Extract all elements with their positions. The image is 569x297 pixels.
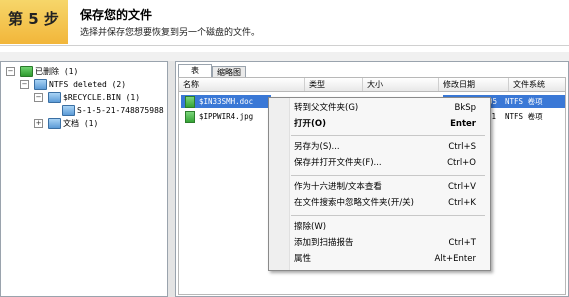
tree-item-recycle-bin[interactable]: − $RECYCLE.BIN (1) (33, 91, 165, 104)
menu-item-label: 添加到扫描报告 (294, 238, 354, 248)
collapse-icon[interactable]: − (34, 93, 43, 102)
menu-separator (291, 175, 485, 176)
menu-item-save-as[interactable]: 另存为(S)... Ctrl+S (269, 140, 490, 154)
collapse-icon[interactable]: − (20, 80, 29, 89)
menu-item-shortcut: Ctrl+O (447, 158, 476, 168)
tree-item-label: 文档 (1) (63, 119, 99, 128)
menu-item-shortcut: Ctrl+K (448, 198, 476, 208)
tree-item-label: $RECYCLE.BIN (1) (63, 93, 141, 102)
folder-icon (20, 66, 33, 77)
menu-separator (291, 215, 485, 216)
expand-icon[interactable]: + (34, 119, 43, 128)
page-title: 保存您的文件 (80, 8, 153, 22)
file-filesystem: NTFS 卷项 (505, 112, 543, 121)
context-menu: 转到父文件夹(G) BkSp 打开(O) Enter 另存为(S)... Ctr… (268, 97, 491, 271)
menu-item-save-open-folder[interactable]: 保存并打开文件夹(F)... Ctrl+O (269, 156, 490, 170)
file-name: $IPPWIR4.jpg (199, 112, 254, 121)
menu-item-shortcut: BkSp (454, 103, 476, 113)
menu-item-shortcut: Alt+Enter (434, 254, 476, 264)
tree-item-documents[interactable]: + 文档 (1) (33, 117, 165, 130)
menu-item-ignore-folder[interactable]: 在文件搜索中忽略文件夹(开/关) Ctrl+K (269, 196, 490, 210)
menu-item-label: 另存为(S)... (294, 142, 340, 152)
pane-splitter[interactable] (168, 61, 175, 297)
menu-item-label: 在文件搜索中忽略文件夹(开/关) (294, 198, 414, 208)
folder-icon (62, 105, 75, 116)
column-name[interactable]: 名称 (179, 78, 305, 91)
folder-icon (34, 79, 47, 90)
menu-item-label: 打开(O) (294, 119, 326, 129)
menu-separator (291, 135, 485, 136)
image-file-icon (185, 111, 195, 123)
menu-item-shortcut: Enter (450, 119, 476, 129)
file-name: $IN33SMH.doc (199, 97, 254, 106)
menu-item-add-report[interactable]: 添加到扫描报告 Ctrl+T (269, 236, 490, 250)
tree-item-sid-folder[interactable]: S-1-5-21-748875988-1 (47, 104, 165, 117)
menu-item-shortcut: Ctrl+T (448, 238, 476, 248)
menu-item-hex-view[interactable]: 作为十六进制/文本查看 Ctrl+V (269, 180, 490, 194)
menu-item-shortcut: Ctrl+V (447, 182, 476, 192)
folder-icon (48, 118, 61, 129)
table-header: 名称 类型 大小 修改日期 文件系统 (179, 78, 565, 92)
menu-item-label: 属性 (294, 254, 312, 264)
tree-item-label: NTFS deleted (2) (49, 80, 127, 89)
menu-item-label: 擦除(W) (294, 222, 327, 232)
file-filesystem: NTFS 卷项 (505, 97, 543, 106)
column-size[interactable]: 大小 (363, 78, 439, 91)
menu-item-wipe[interactable]: 擦除(W) (269, 220, 490, 234)
tab-table[interactable]: 表 (178, 64, 212, 78)
folder-tree[interactable]: − 已删除 (1) − NTFS deleted (2) − $RECYCLE.… (0, 61, 168, 297)
tree-item-label: 已删除 (1) (35, 67, 79, 76)
header-divider (0, 45, 569, 46)
menu-item-label: 保存并打开文件夹(F)... (294, 158, 382, 168)
column-type[interactable]: 类型 (305, 78, 363, 91)
doc-file-icon (185, 96, 195, 108)
menu-item-properties[interactable]: 属性 Alt+Enter (269, 252, 490, 266)
column-filesystem[interactable]: 文件系统 (509, 78, 565, 91)
folder-icon (48, 92, 61, 103)
step-label: 第 5 步 (8, 10, 59, 28)
menu-item-label: 转到父文件夹(G) (294, 103, 359, 113)
collapse-icon[interactable]: − (6, 67, 15, 76)
menu-item-go-parent[interactable]: 转到父文件夹(G) BkSp (269, 101, 490, 115)
menu-item-shortcut: Ctrl+S (448, 142, 476, 152)
tree-item-label: S-1-5-21-748875988-1 (77, 106, 165, 115)
menu-item-open[interactable]: 打开(O) Enter (269, 117, 490, 131)
menu-item-label: 作为十六进制/文本查看 (294, 182, 382, 192)
tree-item-deleted[interactable]: − 已删除 (1) (5, 65, 165, 78)
column-modified[interactable]: 修改日期 (439, 78, 509, 91)
page-subtitle: 选择并保存您想要恢复到另一个磁盘的文件。 (80, 28, 261, 38)
tree-item-ntfs-deleted[interactable]: − NTFS deleted (2) (19, 78, 165, 91)
